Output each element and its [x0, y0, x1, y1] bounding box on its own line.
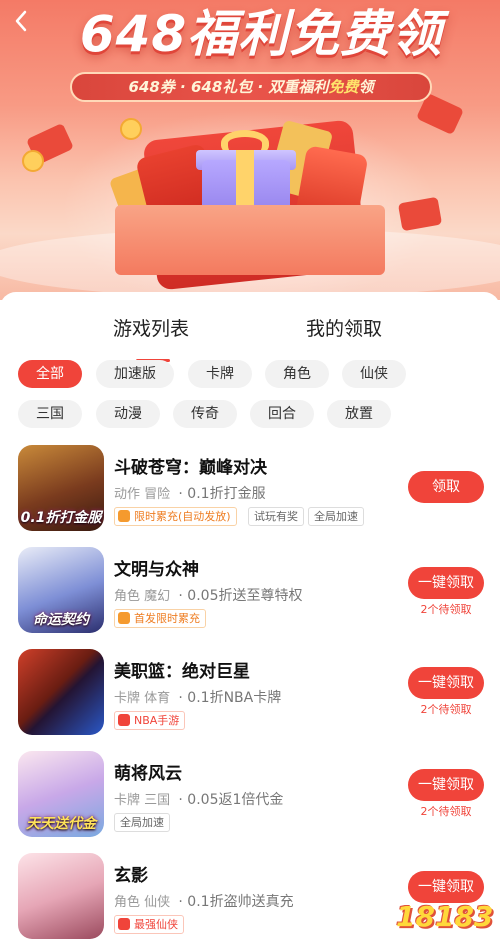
- chevron-left-icon: [15, 10, 27, 32]
- filter-chip-speed[interactable]: 加速版: [96, 360, 174, 388]
- tab-bar: 游戏列表 我的领取: [0, 314, 500, 362]
- game-tag: 限时累充(自动发放): [114, 507, 237, 526]
- game-title[interactable]: 玄影: [114, 861, 148, 886]
- promo-banner: 648福利免费领 648券 · 648礼包 · 双重福利免费领: [0, 0, 500, 300]
- game-row[interactable]: 天天送代金 萌将风云 卡牌 三国 · 0.05返1倍代金 全局加速 一键领取 2…: [0, 751, 500, 851]
- game-deal: · 0.1折盗帅送真充: [178, 894, 294, 910]
- coin-decoration: [120, 118, 142, 140]
- game-meta: 卡牌 三国 · 0.05返1倍代金: [114, 789, 283, 809]
- one-click-claim-button[interactable]: 一键领取: [408, 667, 484, 699]
- one-click-claim-button[interactable]: 一键领取: [408, 769, 484, 801]
- game-meta: 动作 冒险 · 0.1折打金服: [114, 483, 266, 503]
- game-deal: · 0.05返1倍代金: [178, 792, 284, 808]
- game-thumbnail[interactable]: [18, 853, 104, 939]
- game-row[interactable]: 美职篮：绝对巨星 卡牌 体育 · 0.1折NBA卡牌 NBA手游 一键领取 2个…: [0, 649, 500, 749]
- game-genres: 角色 仙侠: [114, 895, 171, 910]
- thumbnail-caption: 天天送代金: [26, 816, 96, 832]
- game-title[interactable]: 萌将风云: [114, 759, 182, 784]
- game-title[interactable]: 美职篮：绝对巨星: [114, 657, 250, 682]
- pending-count: 2个待领取: [420, 603, 472, 616]
- filter-chip-all[interactable]: 全部: [18, 360, 82, 388]
- filter-chip-turn-based[interactable]: 回合: [250, 400, 314, 428]
- game-thumbnail[interactable]: [18, 649, 104, 735]
- game-genres: 卡牌 体育: [114, 691, 171, 706]
- game-title[interactable]: 文明与众神: [114, 555, 199, 580]
- game-genres: 卡牌 三国: [114, 793, 171, 808]
- one-click-claim-button[interactable]: 一键领取: [408, 567, 484, 599]
- thumbnail-caption: 命运契约: [33, 612, 89, 628]
- game-tag: 试玩有奖: [248, 507, 304, 526]
- game-deal: · 0.05折送至尊特权: [178, 588, 303, 604]
- ribbon-text: 648券 · 648礼包 · 双重福利: [128, 78, 329, 96]
- game-tag: NBA手游: [114, 711, 186, 730]
- coin-decoration: [22, 150, 44, 172]
- game-tag: 全局加速: [308, 507, 364, 526]
- banner-ribbon: 648券 · 648礼包 · 双重福利免费领: [70, 72, 432, 102]
- tab-game-list[interactable]: 游戏列表: [113, 314, 189, 341]
- game-row[interactable]: 命运契约 文明与众神 角色 魔幻 · 0.05折送至尊特权 首发限时累充 一键领…: [0, 547, 500, 647]
- game-thumbnail[interactable]: 0.1折打金服: [18, 445, 104, 531]
- game-tag: 全局加速: [114, 813, 170, 832]
- filter-chip-card[interactable]: 卡牌: [188, 360, 252, 388]
- game-meta: 角色 魔幻 · 0.05折送至尊特权: [114, 585, 302, 605]
- pending-count: 2个待领取: [420, 703, 472, 716]
- game-tag: 首发限时累充: [114, 609, 206, 628]
- game-thumbnail[interactable]: 天天送代金: [18, 751, 104, 837]
- thumbnail-caption: 0.1折打金服: [20, 510, 102, 526]
- game-meta: 卡牌 体育 · 0.1折NBA卡牌: [114, 687, 281, 707]
- claim-button[interactable]: 领取: [408, 471, 484, 503]
- filter-chip-anime[interactable]: 动漫: [96, 400, 160, 428]
- watermark-text: 18183: [396, 900, 494, 933]
- site-watermark-logo: 18183: [396, 898, 496, 942]
- ribbon-highlight: 免费: [328, 78, 359, 96]
- back-button[interactable]: [14, 10, 28, 37]
- game-deal: · 0.1折打金服: [178, 486, 266, 502]
- game-meta: 角色 仙侠 · 0.1折盗帅送真充: [114, 891, 294, 911]
- filter-chip-role[interactable]: 角色: [265, 360, 329, 388]
- red-box-front: [115, 205, 385, 275]
- banner-headline: 648福利免费领: [79, 5, 443, 63]
- ribbon-text-end: 领: [358, 78, 374, 96]
- filter-chip-legend[interactable]: 传奇: [173, 400, 237, 428]
- filter-chip-xianxia[interactable]: 仙侠: [342, 360, 406, 388]
- filter-chip-three-kingdoms[interactable]: 三国: [18, 400, 82, 428]
- game-genres: 角色 魔幻: [114, 589, 171, 604]
- filter-chip-idle[interactable]: 放置: [327, 400, 391, 428]
- pending-count: 2个待领取: [420, 805, 472, 818]
- game-title[interactable]: 斗破苍穹：巅峰对决: [114, 453, 267, 478]
- game-genres: 动作 冒险: [114, 487, 171, 502]
- game-row[interactable]: 0.1折打金服 斗破苍穹：巅峰对决 动作 冒险 · 0.1折打金服 限时累充(自…: [0, 445, 500, 545]
- game-thumbnail[interactable]: 命运契约: [18, 547, 104, 633]
- game-deal: · 0.1折NBA卡牌: [178, 690, 282, 706]
- game-tag: 最强仙侠: [114, 915, 184, 934]
- tab-my-claims[interactable]: 我的领取: [306, 314, 382, 341]
